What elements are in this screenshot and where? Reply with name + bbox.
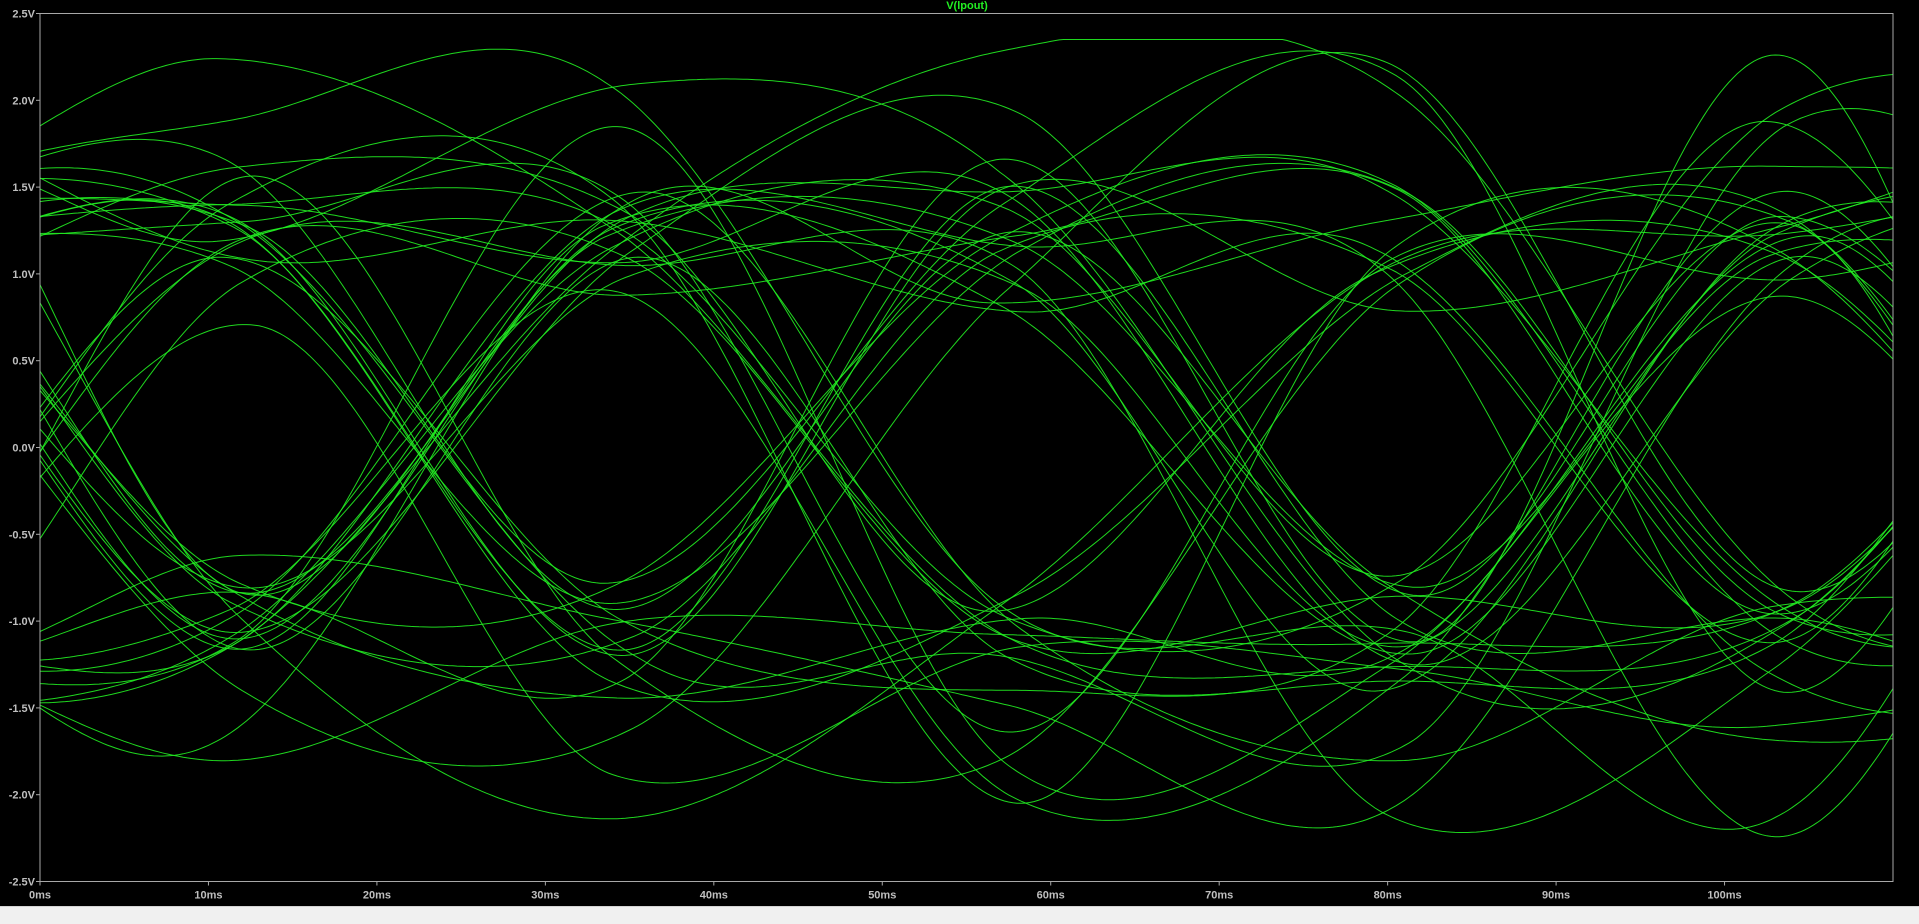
trace-title[interactable]: V(lpout) bbox=[946, 0, 988, 12]
trace-line bbox=[39, 165, 1894, 757]
x-tick-label: 100ms bbox=[1707, 890, 1741, 902]
trace-line bbox=[40, 191, 1893, 762]
y-tick-label: 1.5V bbox=[12, 182, 35, 194]
trace-line bbox=[39, 175, 1894, 784]
y-tick-label: -2.0V bbox=[9, 790, 36, 802]
x-tick-label: 80ms bbox=[1374, 890, 1402, 902]
y-tick-label: 0.5V bbox=[12, 356, 35, 368]
x-tick-label: 40ms bbox=[700, 890, 728, 902]
status-bar bbox=[0, 906, 1919, 924]
y-tick-label: 0.0V bbox=[12, 443, 35, 455]
trace-line bbox=[39, 220, 1894, 833]
trace-group bbox=[39, 39, 1894, 838]
trace-line bbox=[39, 188, 1894, 838]
trace-line bbox=[39, 199, 1894, 692]
x-tick-label: 90ms bbox=[1542, 890, 1570, 902]
x-tick-label: 60ms bbox=[1037, 890, 1065, 902]
y-tick-label: -2.5V bbox=[9, 877, 36, 889]
x-tick-label: 70ms bbox=[1205, 890, 1233, 902]
trace-line bbox=[39, 218, 1894, 655]
y-tick-label: -1.5V bbox=[9, 703, 36, 715]
trace-line bbox=[39, 256, 1894, 696]
trace-line bbox=[39, 204, 1894, 655]
trace-line bbox=[39, 39, 1894, 704]
x-tick-label: 10ms bbox=[194, 890, 222, 902]
trace-line bbox=[39, 195, 1894, 596]
x-tick-label: 50ms bbox=[868, 890, 896, 902]
x-tick-label: 20ms bbox=[363, 890, 391, 902]
trace-line bbox=[39, 324, 1894, 784]
y-tick-label: 1.0V bbox=[12, 269, 35, 281]
y-tick-label: 2.0V bbox=[12, 95, 35, 107]
x-tick-label: 30ms bbox=[531, 890, 559, 902]
plot-window[interactable]: V(lpout) 0ms 10ms 20ms 30ms 40ms 50ms 60ms 70ms… bbox=[0, 0, 1919, 906]
x-tick-label: 0ms bbox=[29, 890, 51, 902]
trace-line bbox=[39, 58, 1894, 679]
y-tick-label: -0.5V bbox=[9, 529, 36, 541]
y-axis: 2.5V 2.0V 1.5V 1.0V 0.5V 0.0V -0.5V -1.0V -1.5V -… bbox=[9, 9, 40, 889]
y-tick-label: -1.0V bbox=[9, 616, 36, 628]
trace-line bbox=[39, 156, 1894, 612]
trace-line bbox=[39, 48, 1894, 830]
x-axis: 0ms 10ms 20ms 30ms 40ms 50ms 60ms 70ms 80ms 90ms 1… bbox=[29, 881, 1742, 902]
trace-line bbox=[39, 162, 1894, 636]
y-tick-label: 2.5V bbox=[12, 9, 35, 21]
trace-line bbox=[39, 216, 1894, 829]
plot-frame bbox=[39, 13, 1894, 882]
waveform-plot[interactable]: V(lpout) 0ms 10ms 20ms 30ms 40ms 50ms 60ms 70ms… bbox=[0, 0, 1919, 906]
